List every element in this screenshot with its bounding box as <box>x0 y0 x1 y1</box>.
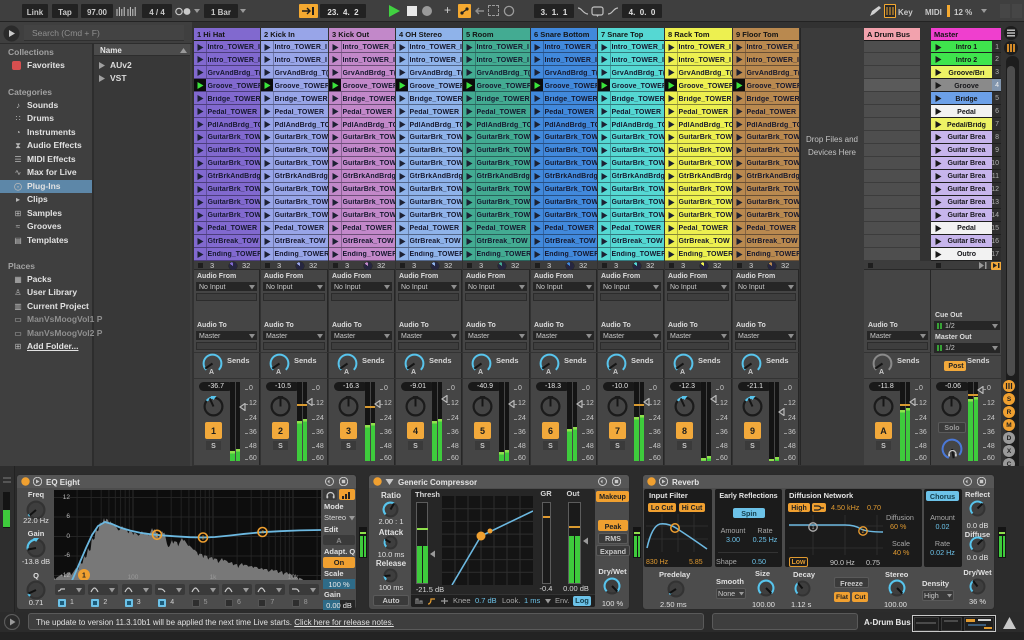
svg-text:2: 2 <box>156 533 159 539</box>
svg-text:4: 4 <box>261 530 264 536</box>
svg-text:2: 2 <box>862 529 865 535</box>
svg-text:3: 3 <box>202 536 205 542</box>
svg-text:1: 1 <box>812 525 815 531</box>
svg-text:1: 1 <box>82 573 86 580</box>
